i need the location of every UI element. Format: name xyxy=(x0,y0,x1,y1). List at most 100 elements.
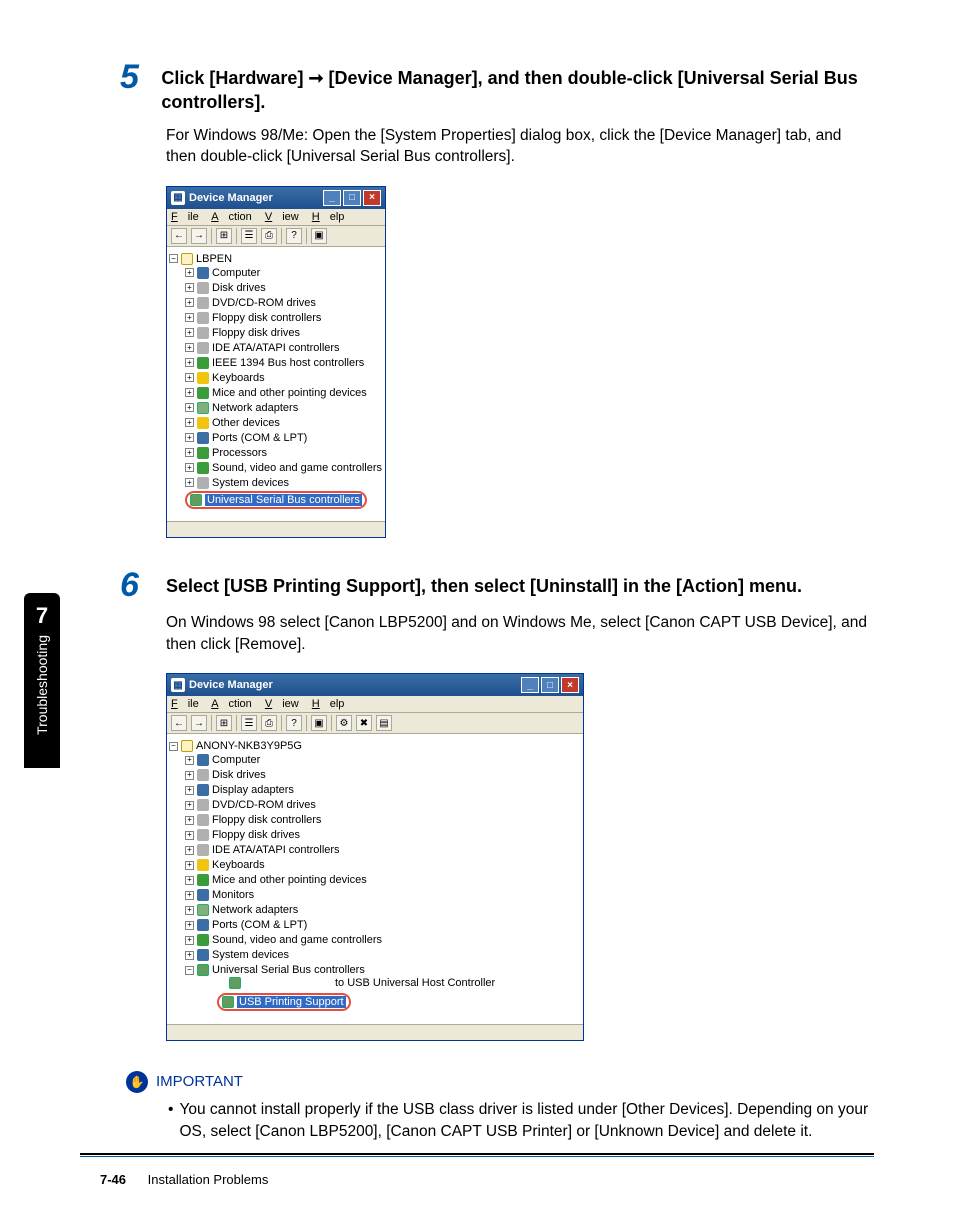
tree-node[interactable]: Floppy disk drives xyxy=(185,327,300,339)
tree-node[interactable]: Processors xyxy=(185,447,267,459)
window-title: Device Manager xyxy=(189,192,273,204)
toolbar-btn[interactable]: ▣ xyxy=(311,228,327,244)
step-6-body: On Windows 98 select [Canon LBP5200] and… xyxy=(166,612,874,655)
page-number: 7-46 xyxy=(100,1172,126,1187)
menu-action[interactable]: Action xyxy=(211,211,252,223)
window-titlebar: ▦ Device Manager _ □ × xyxy=(167,674,583,696)
close-button[interactable]: × xyxy=(561,677,579,693)
maximize-button[interactable]: □ xyxy=(541,677,559,693)
toolbar-btn[interactable]: ⚙ xyxy=(336,715,352,731)
tree-node[interactable]: DVD/CD-ROM drives xyxy=(185,297,316,309)
tree-node[interactable]: System devices xyxy=(185,949,289,961)
window-titlebar: ▦ Device Manager _ □ × xyxy=(167,187,385,209)
menu-help[interactable]: Help xyxy=(312,211,345,223)
device-tree: LBPEN Computer Disk drives DVD/CD-ROM driv… xyxy=(167,247,385,521)
highlighted-usb-controllers[interactable]: Universal Serial Bus controllers xyxy=(185,491,367,509)
toolbar: ← → ⊞ ☰ ⎙ ? ▣ ⚙ ✖ ▤ xyxy=(167,713,583,734)
nav-fwd-button[interactable]: → xyxy=(191,228,207,244)
tree-node[interactable]: Sound, video and game controllers xyxy=(185,462,382,474)
maximize-button[interactable]: □ xyxy=(343,190,361,206)
chapter-number: 7 xyxy=(36,603,48,629)
device-tree: ANONY-NKB3Y9P5G Computer Disk drives Displ… xyxy=(167,734,583,1024)
tree-root-node[interactable]: LBPEN xyxy=(169,253,232,265)
device-manager-window-2: ▦ Device Manager _ □ × File Action View … xyxy=(166,673,584,1041)
important-bullet: You cannot install properly if the USB c… xyxy=(179,1099,874,1142)
step-5-number: 5 xyxy=(120,60,155,94)
tree-node[interactable]: Floppy disk drives xyxy=(185,829,300,841)
step-6-number: 6 xyxy=(120,568,160,602)
window-title: Device Manager xyxy=(189,679,273,691)
nav-fwd-button[interactable]: → xyxy=(191,715,207,731)
tree-node[interactable]: Other devices xyxy=(185,417,280,429)
tree-node[interactable]: Computer xyxy=(185,267,260,279)
menu-help[interactable]: Help xyxy=(312,698,345,710)
toolbar-btn[interactable]: ⊞ xyxy=(216,715,232,731)
menu-view[interactable]: View xyxy=(265,698,299,710)
chapter-title: Troubleshooting xyxy=(34,635,50,735)
toolbar-btn[interactable]: ▤ xyxy=(376,715,392,731)
tree-node[interactable]: Disk drives xyxy=(185,282,266,294)
toolbar-btn[interactable]: ? xyxy=(286,715,302,731)
tree-node[interactable]: Ports (COM & LPT) xyxy=(185,432,307,444)
menu-file[interactable]: File xyxy=(171,211,199,223)
menu-file[interactable]: File xyxy=(171,698,199,710)
tree-node[interactable]: Network adapters xyxy=(185,402,298,414)
menu-action[interactable]: Action xyxy=(211,698,252,710)
toolbar-btn[interactable]: ▣ xyxy=(311,715,327,731)
tree-node[interactable]: Network adapters xyxy=(185,904,298,916)
tree-node[interactable]: Keyboards xyxy=(185,372,265,384)
toolbar-btn[interactable]: ⎙ xyxy=(261,715,277,731)
minimize-button[interactable]: _ xyxy=(521,677,539,693)
tree-node-usb-parent[interactable]: Universal Serial Bus controllers xyxy=(185,964,365,976)
tree-node[interactable]: Disk drives xyxy=(185,769,266,781)
app-icon: ▦ xyxy=(171,191,185,205)
menu-view[interactable]: View xyxy=(265,211,299,223)
close-button[interactable]: × xyxy=(363,190,381,206)
tree-node[interactable]: Sound, video and game controllers xyxy=(185,934,382,946)
toolbar-btn[interactable]: ✖ xyxy=(356,715,372,731)
step-5-title: Click [Hardware] ➞ [Device Manager], and… xyxy=(161,60,874,115)
toolbar-btn[interactable]: ? xyxy=(286,228,302,244)
step-5-title-a: Click [Hardware] xyxy=(161,68,308,88)
device-manager-window-1: ▦ Device Manager _ □ × File Action View … xyxy=(166,186,386,538)
footer-rule xyxy=(80,1153,874,1157)
footer-section: Installation Problems xyxy=(148,1172,269,1187)
tree-node[interactable]: Mice and other pointing devices xyxy=(185,874,367,886)
tree-node[interactable]: Keyboards xyxy=(185,859,265,871)
arrow-icon: ➞ xyxy=(308,68,323,88)
tree-node[interactable]: IEEE 1394 Bus host controllers xyxy=(185,357,364,369)
tree-node[interactable]: Computer xyxy=(185,754,260,766)
important-text: •You cannot install properly if the USB … xyxy=(168,1099,874,1142)
nav-back-button[interactable]: ← xyxy=(171,715,187,731)
status-bar xyxy=(167,1024,583,1040)
tree-node[interactable]: Monitors xyxy=(185,889,254,901)
tree-node[interactable]: Floppy disk controllers xyxy=(185,814,321,826)
status-bar xyxy=(167,521,385,537)
toolbar-btn[interactable]: ⎙ xyxy=(261,228,277,244)
tree-node[interactable]: Floppy disk controllers xyxy=(185,312,321,324)
nav-back-button[interactable]: ← xyxy=(171,228,187,244)
toolbar: ← → ⊞ ☰ ⎙ ? ▣ xyxy=(167,226,385,247)
tree-node[interactable]: Mice and other pointing devices xyxy=(185,387,367,399)
important-label: IMPORTANT xyxy=(156,1073,243,1090)
tree-node[interactable]: Ports (COM & LPT) xyxy=(185,919,307,931)
tree-node[interactable]: DVD/CD-ROM drives xyxy=(185,799,316,811)
toolbar-btn[interactable]: ⊞ xyxy=(216,228,232,244)
tree-root-node[interactable]: ANONY-NKB3Y9P5G xyxy=(169,740,302,752)
step-5-body: For Windows 98/Me: Open the [System Prop… xyxy=(166,125,874,168)
highlighted-usb-printing-support[interactable]: USB Printing Support xyxy=(217,993,351,1011)
menu-bar: File Action View Help xyxy=(167,696,583,713)
chapter-sidebar: 7 Troubleshooting xyxy=(24,593,60,768)
app-icon: ▦ xyxy=(171,678,185,692)
tree-node[interactable]: Display adapters xyxy=(185,784,294,796)
step-6: 6 Select [USB Printing Support], then se… xyxy=(120,568,874,602)
minimize-button[interactable]: _ xyxy=(323,190,341,206)
hand-icon: ✋ xyxy=(126,1071,148,1093)
tree-node[interactable]: System devices xyxy=(185,477,289,489)
tree-node[interactable]: IDE ATA/ATAPI controllers xyxy=(185,844,340,856)
page-footer: 7-46 Installation Problems xyxy=(100,1172,268,1187)
tree-node[interactable]: xxxxxxxxxxxxxxxx to USB Universal Host C… xyxy=(217,977,495,989)
tree-node[interactable]: IDE ATA/ATAPI controllers xyxy=(185,342,340,354)
toolbar-btn[interactable]: ☰ xyxy=(241,228,257,244)
toolbar-btn[interactable]: ☰ xyxy=(241,715,257,731)
